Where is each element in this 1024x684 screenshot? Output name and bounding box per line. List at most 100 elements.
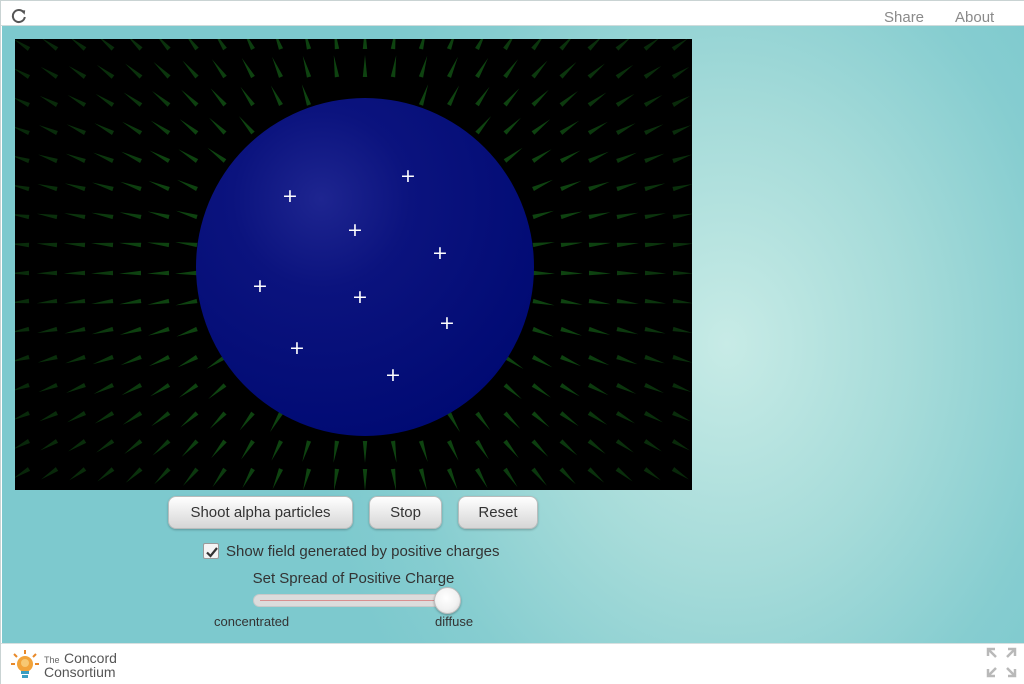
field-vector-arrow <box>532 179 553 191</box>
field-vector-arrow <box>209 117 227 135</box>
field-vector-arrow <box>475 411 491 431</box>
field-vector-arrow <box>333 440 340 463</box>
concord-consortium-logo[interactable]: The Concord Consortium <box>10 648 130 682</box>
field-vector-arrow <box>119 298 142 305</box>
field-vector-arrow <box>531 39 542 51</box>
field-vector-arrow <box>148 180 170 192</box>
field-vector-arrow <box>207 147 227 163</box>
field-vector-arrow <box>147 270 170 276</box>
reset-button[interactable]: Reset <box>458 496 538 529</box>
field-vector-arrow <box>38 125 58 136</box>
field-vector-arrow <box>531 467 548 486</box>
field-vector-arrow <box>615 467 633 482</box>
field-vector-arrow <box>246 39 255 51</box>
shoot-alpha-particles-button[interactable]: Shoot alpha particles <box>168 496 353 529</box>
field-vector-arrow <box>38 154 58 164</box>
field-vector-arrow <box>587 39 601 51</box>
field-vector-arrow <box>362 441 368 463</box>
field-vector-arrow <box>672 326 692 333</box>
field-vector-arrow <box>671 439 690 451</box>
field-vector-arrow <box>588 242 611 248</box>
reload-icon[interactable] <box>11 8 27 24</box>
field-vector-arrow <box>616 212 639 220</box>
field-vector-arrow <box>475 116 492 135</box>
field-vector-arrow <box>15 156 30 164</box>
field-vector-arrow <box>672 184 692 192</box>
share-link[interactable]: Share <box>884 9 924 26</box>
field-vector-arrow <box>37 184 58 192</box>
field-vector-arrow <box>152 90 171 107</box>
field-vector-arrow <box>362 55 368 77</box>
show-field-toggle[interactable]: Show field generated by positive charges <box>203 541 500 561</box>
field-vector-arrow <box>615 93 635 107</box>
field-vector-arrow <box>91 270 114 276</box>
field-vector-arrow <box>67 411 87 423</box>
slider-max-label: diffuse <box>435 614 474 629</box>
field-vector-arrow <box>559 411 579 427</box>
field-vector-arrow <box>177 355 199 368</box>
field-vector-arrow <box>616 182 638 192</box>
field-vector-arrow <box>180 411 199 428</box>
fullscreen-icon[interactable] <box>986 647 1017 678</box>
field-vector-arrow <box>672 354 692 363</box>
field-vector-arrow <box>503 411 521 429</box>
stop-button[interactable]: Stop <box>369 496 442 529</box>
field-vector-arrow <box>37 354 58 363</box>
positive-charge: + <box>439 312 455 334</box>
field-vector-arrow <box>36 298 58 304</box>
field-vector-arrow <box>38 382 58 393</box>
field-vector-arrow <box>69 467 87 481</box>
logo-text: The Concord Consortium <box>44 650 117 680</box>
field-vector-arrow <box>147 242 170 248</box>
field-vector-arrow <box>159 39 171 51</box>
field-vector-arrow <box>418 55 428 78</box>
field-vector-arrow <box>91 326 114 335</box>
field-vector-arrow <box>63 242 86 248</box>
field-vector-arrow <box>63 270 86 276</box>
field-vector-arrow <box>15 126 30 136</box>
show-field-checkbox[interactable] <box>203 543 219 559</box>
field-vector-arrow <box>122 121 143 135</box>
field-vector-arrow <box>503 383 522 400</box>
field-vector-arrow <box>672 213 692 220</box>
field-vector-arrow <box>15 298 30 304</box>
field-vector-arrow <box>446 56 458 78</box>
field-vector-arrow <box>672 270 692 276</box>
field-vector-arrow <box>531 439 549 457</box>
field-vector-arrow <box>272 56 284 78</box>
field-vector-arrow <box>15 97 30 107</box>
spread-slider-track[interactable] <box>253 594 461 607</box>
field-vector-arrow <box>125 467 143 483</box>
field-vector-arrow <box>560 326 582 336</box>
positive-charge: + <box>289 337 305 359</box>
field-vector-arrow <box>188 39 199 51</box>
field-vector-arrow <box>96 439 115 453</box>
field-vector-arrow <box>68 439 87 452</box>
field-vector-arrow <box>15 68 31 79</box>
field-vector-arrow <box>15 382 30 391</box>
spread-slider-thumb[interactable] <box>434 587 461 614</box>
slider-min-label: concentrated <box>214 614 290 629</box>
field-vector-arrow <box>503 88 520 107</box>
field-vector-arrow <box>175 270 198 276</box>
field-vector-arrow <box>390 39 396 50</box>
field-vector-arrow <box>15 242 30 248</box>
field-vector-arrow <box>559 39 571 51</box>
field-vector-arrow <box>15 439 31 449</box>
about-link[interactable]: About <box>955 9 994 26</box>
field-vector-arrow <box>91 212 114 220</box>
show-field-label: Show field generated by positive charges <box>226 542 500 560</box>
field-vector-arrow <box>531 411 550 428</box>
field-vector-arrow <box>152 439 171 456</box>
field-vector-arrow <box>559 383 580 397</box>
main-panel: + + + + + + + + + Shoot alpha particles Stop Res… <box>2 26 1024 643</box>
field-vector-arrow <box>531 60 548 79</box>
field-vector-arrow <box>588 326 611 335</box>
simulation-canvas[interactable]: + + + + + + + + + <box>15 39 692 490</box>
field-vector-arrow <box>531 149 552 163</box>
field-vector-arrow <box>447 440 459 461</box>
field-vector-arrow <box>39 411 58 422</box>
field-vector-arrow <box>644 213 666 220</box>
field-vector-arrow <box>643 467 661 481</box>
field-vector-arrow <box>212 467 227 488</box>
